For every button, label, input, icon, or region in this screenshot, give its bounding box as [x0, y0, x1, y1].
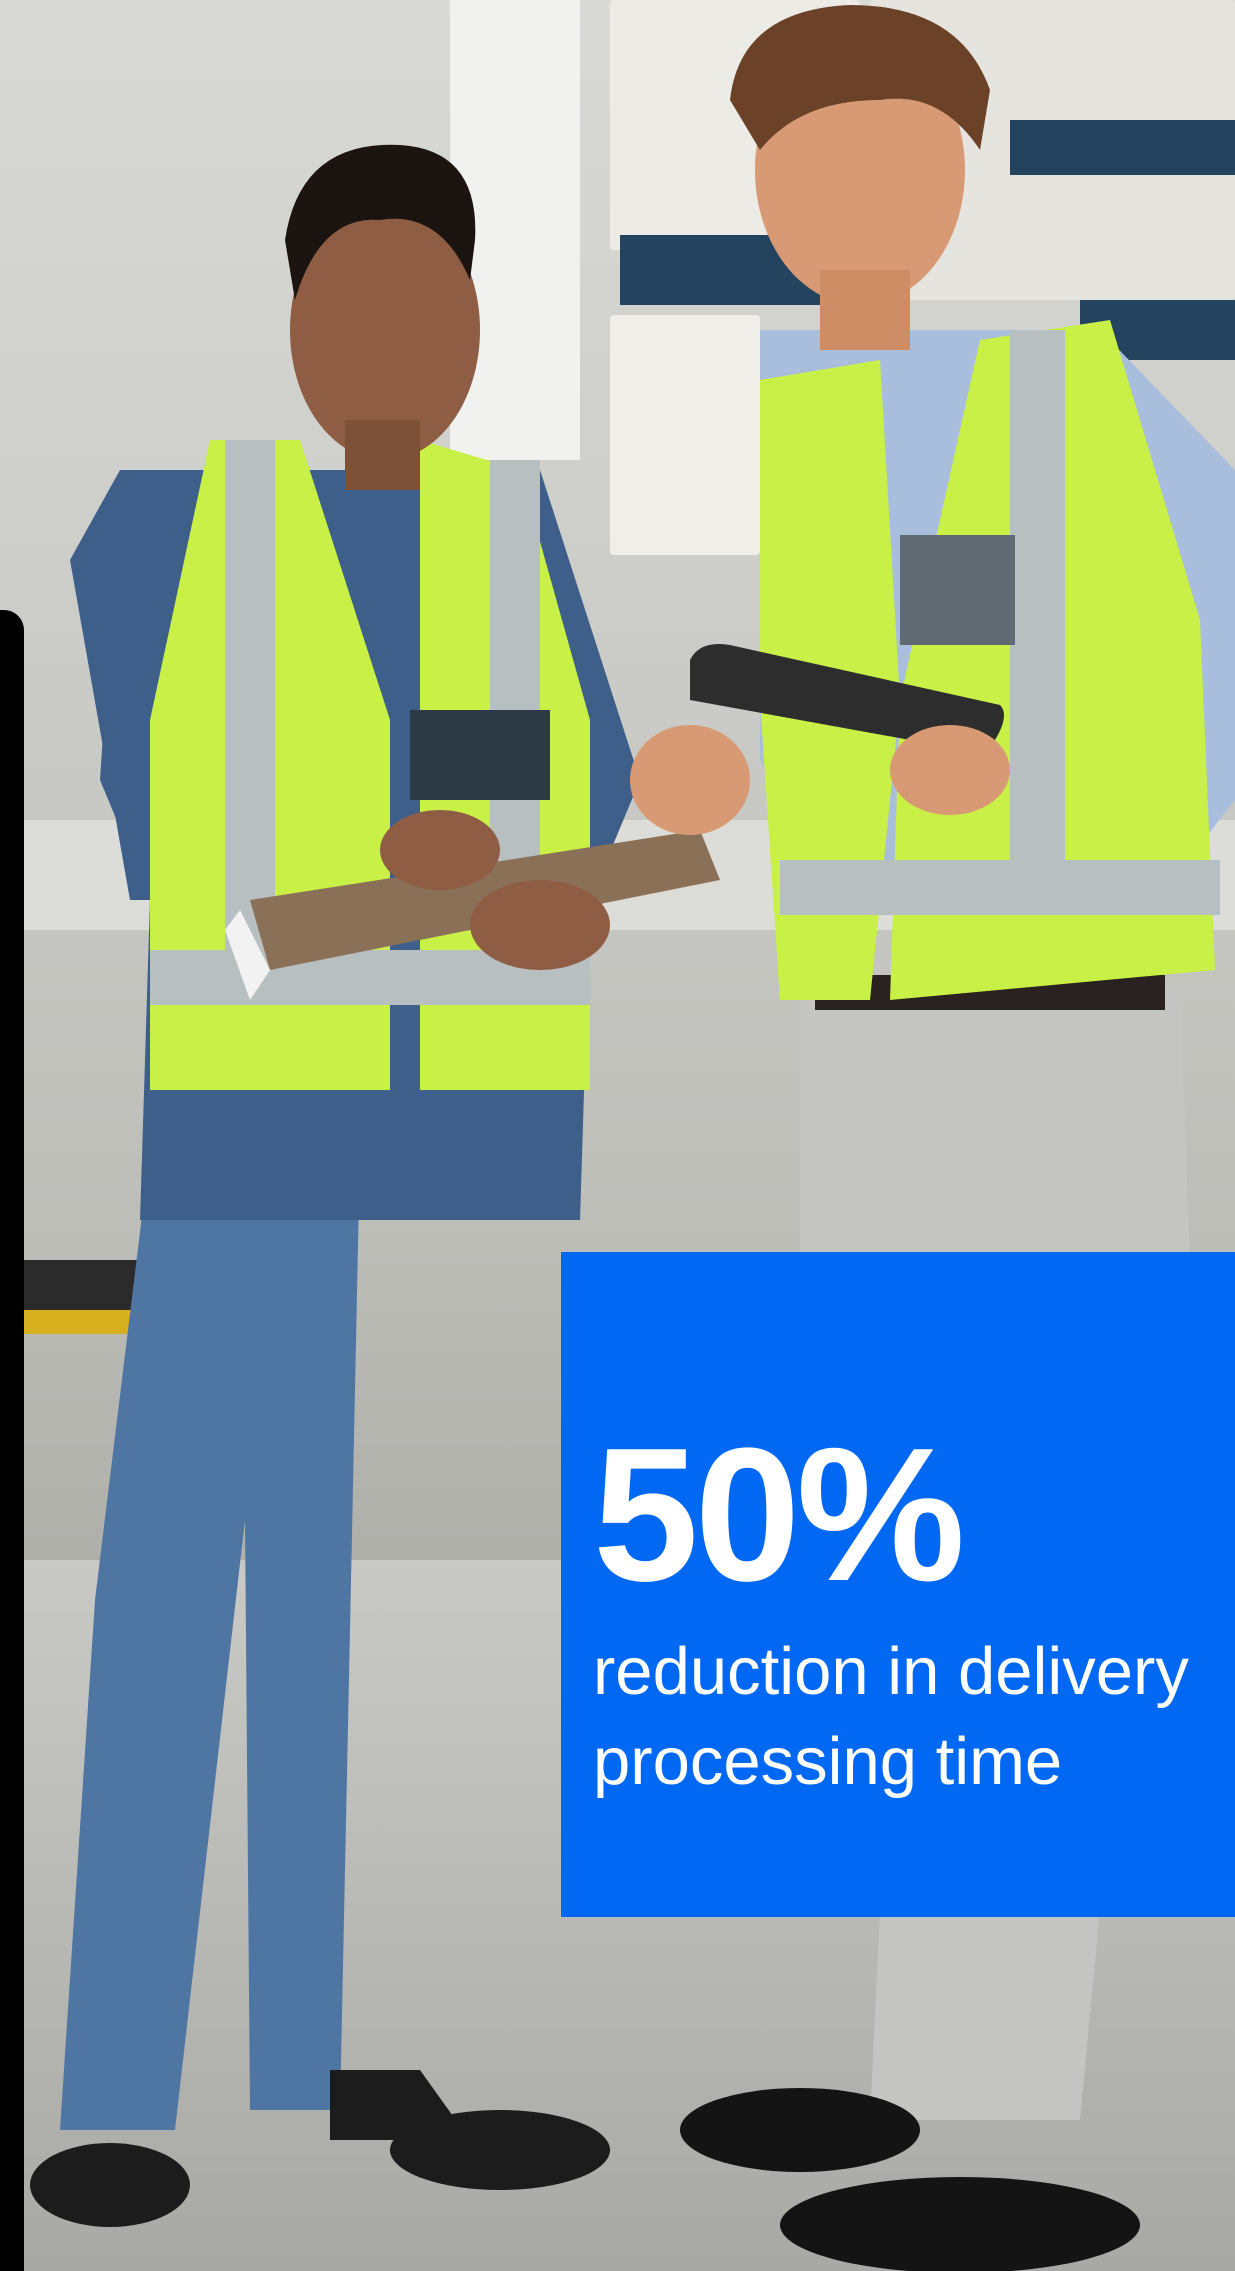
left-edge-frame	[0, 610, 24, 2271]
stat-caption-line1: reduction in delivery	[593, 1634, 1189, 1709]
stat-value: 50%	[593, 1409, 965, 1621]
stat-caption: reduction in delivery processing time	[593, 1627, 1189, 1807]
stat-callout-card: 50% reduction in delivery processing tim…	[561, 1252, 1235, 1917]
right-worker	[630, 5, 1235, 2271]
background-photo	[0, 0, 1235, 2271]
stat-caption-line2: processing time	[593, 1724, 1063, 1799]
workers-illustration	[30, 5, 1235, 2271]
